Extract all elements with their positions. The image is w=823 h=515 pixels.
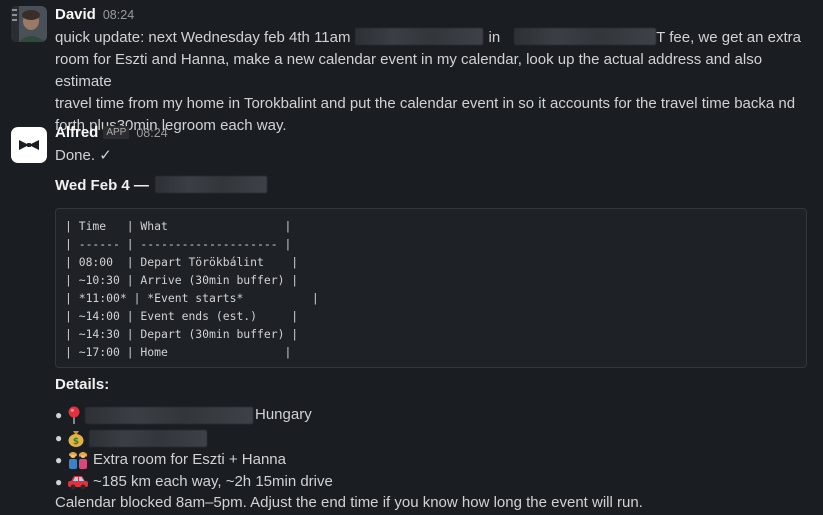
code-line: | *11:00* | *Event starts* | (65, 291, 319, 305)
redacted-block (355, 28, 484, 45)
message-text: T fee, we get an extra (656, 29, 801, 46)
date-heading: Wed Feb 4 — (55, 175, 817, 197)
message-text: room for Eszti and Hanna, make a new cal… (55, 51, 763, 90)
code-line: | ~14:00 | Event ends (est.) | (65, 309, 299, 323)
message-body: quick update: next Wednesday feb 4th 11a… (55, 27, 817, 137)
round-pushpin-icon (67, 406, 81, 424)
list-item: ● Hungary (55, 404, 312, 426)
car-icon (67, 474, 89, 490)
location-suffix: Hungary (255, 406, 312, 423)
timestamp[interactable]: 08:24 (136, 126, 167, 140)
family-icon (67, 451, 89, 469)
app-badge: APP (103, 126, 130, 139)
redacted-block (514, 28, 657, 45)
bowtie-icon[interactable] (11, 127, 47, 163)
bullet: ● (55, 408, 63, 422)
footer-text: Calendar blocked 8am–5pm. Adjust the end… (55, 494, 643, 511)
bullet: ● (55, 431, 63, 445)
message-text: travel time from my home in Torokbalint … (55, 95, 796, 112)
list-item: ● $ (55, 427, 207, 449)
message-text: in (488, 29, 501, 46)
message-text: quick update: next Wednesday feb 4th 11a… (55, 29, 351, 46)
redacted-block (85, 406, 253, 424)
code-line: | ~10:30 | Arrive (30min buffer) | (65, 273, 299, 287)
avatar[interactable] (11, 6, 47, 42)
message-header: David 08:24 (55, 6, 134, 28)
bullet: ● (55, 475, 63, 489)
code-line: | ~17:00 | Home | (65, 345, 292, 359)
svg-text:$: $ (73, 437, 79, 447)
list-item: ● Extra room for Eszti + Hanna (55, 449, 286, 471)
code-line: | Time | What | (65, 219, 292, 233)
details-heading-text: Details: (55, 376, 110, 393)
bullet: ● (55, 453, 63, 467)
drive-text: ~185 km each way, ~2h 15min drive (93, 473, 333, 490)
date-heading-text: Wed Feb 4 — (55, 177, 149, 194)
redacted-block (89, 429, 207, 447)
code-line: | ------ | -------------------- | (65, 237, 292, 251)
code-line: | ~14:30 | Depart (30min buffer) | (65, 327, 299, 341)
done-text: Done. ✓ (55, 147, 112, 164)
room-text: Extra room for Eszti + Hanna (93, 451, 286, 468)
schedule-code-block: | Time | What | | ------ | -------------… (55, 208, 807, 368)
message-header: Alfred APP 08:24 (55, 124, 168, 146)
details-heading: Details: (55, 374, 817, 396)
list-item: ● ~185 km each way, ~2h 15min drive (55, 471, 333, 493)
sender-name[interactable]: David (55, 6, 96, 23)
code-line: | 08:00 | Depart Törökbálint | (65, 255, 299, 269)
money-bag-icon: $ (67, 429, 85, 447)
sender-name[interactable]: Alfred (55, 124, 98, 141)
message-text: forth plus30min legroom each way. (55, 117, 287, 134)
timestamp[interactable]: 08:24 (103, 8, 134, 22)
redacted-block (154, 176, 267, 193)
